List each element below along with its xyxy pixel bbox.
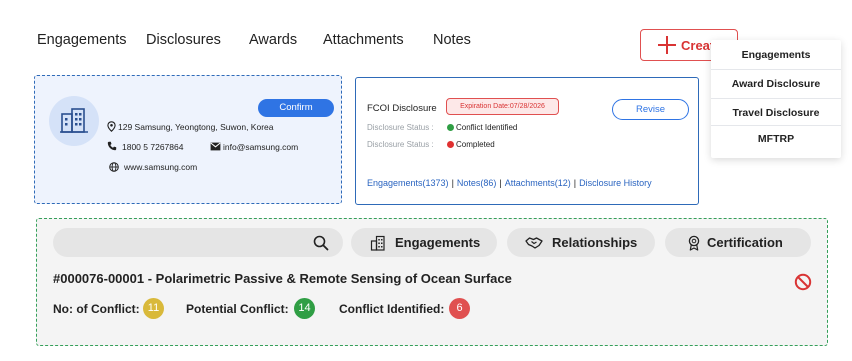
menu-divider (711, 69, 841, 70)
search-box (53, 228, 343, 257)
status-label: Disclosure Status : (367, 123, 434, 132)
building-icon (60, 108, 88, 133)
building-icon (370, 235, 385, 251)
status-dot-red (447, 141, 454, 148)
plus-icon (657, 35, 677, 55)
expiration-badge: Expiration Date:07/28/2026 (446, 98, 559, 115)
potential-conflict-badge: 14 (294, 298, 315, 319)
create-dropdown-menu: Engagements Award Disclosure Travel Disc… (711, 40, 841, 158)
ban-icon[interactable] (794, 273, 812, 291)
link-notes[interactable]: Notes(86) (457, 178, 497, 188)
company-website[interactable]: www.samsung.com (124, 162, 197, 172)
mail-icon (210, 142, 221, 151)
engagements-pill[interactable]: Engagements (351, 228, 497, 257)
disclosure-links: Engagements(1373) | Notes(86) | Attachments(… (367, 178, 652, 188)
menu-item-engagements[interactable]: Engagements (711, 49, 841, 61)
conflict-identified-badge: 6 (449, 298, 470, 319)
company-logo (49, 96, 99, 146)
disclosure-card: FCOI Disclosure Expiration Date:07/28/20… (355, 77, 699, 205)
location-pin-icon (107, 121, 116, 132)
certification-pill[interactable]: Certification (665, 228, 811, 257)
relationships-pill[interactable]: Relationships (507, 228, 655, 257)
menu-divider (711, 125, 841, 126)
tab-attachments[interactable]: Attachments (323, 32, 404, 48)
status-value: Conflict Identified (456, 123, 518, 132)
conflict-count-badge: 11 (143, 298, 164, 319)
search-input[interactable] (67, 233, 297, 252)
globe-icon (109, 162, 119, 172)
company-card: Confirm 129 Samsung, Yeongtong, Suwon, K… (34, 75, 342, 204)
link-disclosure-history[interactable]: Disclosure History (579, 178, 652, 188)
menu-item-travel-disclosure[interactable]: Travel Disclosure (711, 107, 841, 119)
disclosure-title: FCOI Disclosure (367, 103, 437, 114)
link-engagements[interactable]: Engagements(1373) (367, 178, 449, 188)
potential-conflict-label: Potential Conflict: (186, 302, 289, 316)
handshake-icon (525, 237, 543, 249)
tab-disclosures[interactable]: Disclosures (146, 32, 221, 48)
tab-notes[interactable]: Notes (433, 32, 471, 48)
conflict-count-label: No: of Conflict: (53, 302, 140, 316)
company-email[interactable]: info@samsung.com (223, 142, 298, 152)
menu-item-mftrp[interactable]: MFTRP (711, 133, 841, 145)
search-icon[interactable] (313, 235, 329, 251)
relationships-pill-label: Relationships (552, 235, 638, 250)
link-attachments[interactable]: Attachments(12) (505, 178, 571, 188)
status-label: Disclosure Status : (367, 140, 434, 149)
engagements-pill-label: Engagements (395, 235, 481, 250)
conflict-identified-label: Conflict Identified: (339, 302, 445, 316)
certification-pill-label: Certification (707, 235, 783, 250)
tab-engagements[interactable]: Engagements (37, 32, 126, 48)
phone-icon (107, 141, 117, 151)
tab-awards[interactable]: Awards (249, 32, 297, 48)
project-panel: Engagements Relationships Certification … (36, 218, 828, 346)
confirm-button[interactable]: Confirm (258, 99, 334, 117)
project-title: #000076-00001 - Polarimetric Passive & R… (53, 271, 512, 286)
revise-button[interactable]: Revise (612, 99, 689, 120)
company-phone: 1800 5 7267864 (122, 142, 184, 152)
status-value: Completed (456, 140, 495, 149)
company-address: 129 Samsung, Yeongtong, Suwon, Korea (118, 122, 274, 132)
menu-item-award-disclosure[interactable]: Award Disclosure (711, 78, 841, 90)
menu-divider (711, 98, 841, 99)
certification-icon (688, 235, 700, 251)
status-dot-green (447, 124, 454, 131)
